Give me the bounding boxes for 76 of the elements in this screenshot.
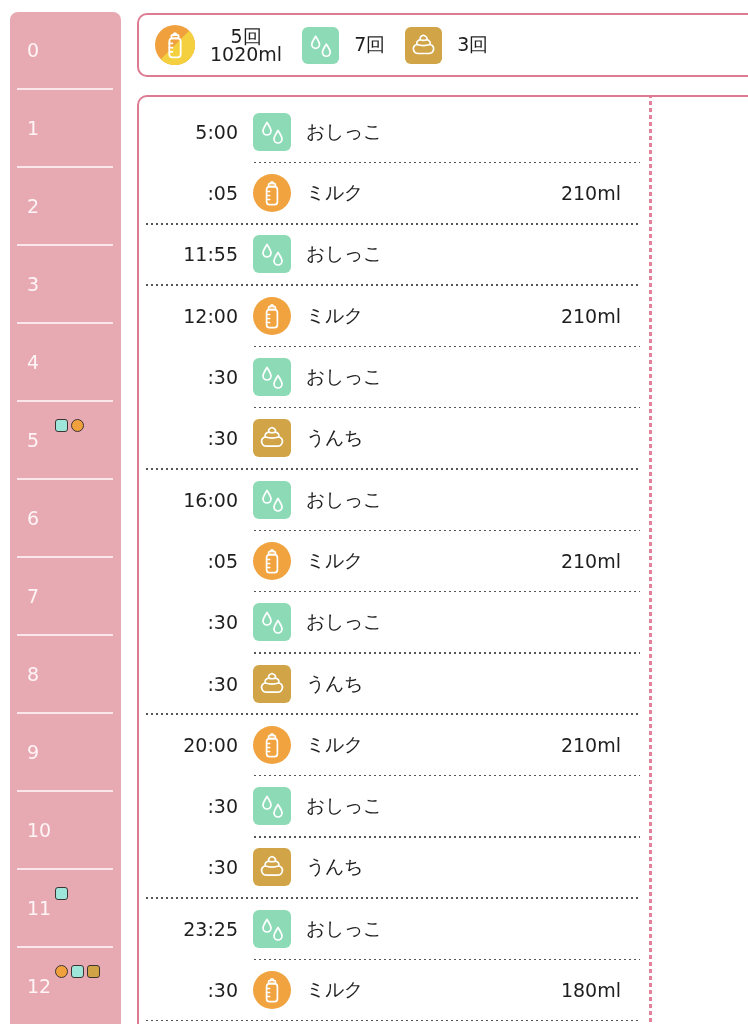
- count-label: 3回: [457, 32, 489, 57]
- hour-label: 0: [27, 39, 41, 61]
- event-label: うんち: [306, 854, 363, 880]
- square-marker-icon: [55, 419, 68, 432]
- time-label: :30: [206, 427, 238, 450]
- poop-icon: [253, 848, 291, 887]
- drops-icon: [302, 26, 340, 64]
- count-label: 5回: [230, 27, 262, 45]
- event-label: うんち: [306, 670, 363, 696]
- event-label: おしっこ: [306, 241, 382, 267]
- event-label: ミルク: [306, 731, 363, 757]
- amount-label: 1020ml: [210, 45, 283, 63]
- time-label: :30: [206, 856, 238, 879]
- time-label: :30: [206, 979, 238, 1002]
- time-label: 20:00: [182, 733, 238, 756]
- amount-label: 210ml: [560, 304, 621, 327]
- hour-label: 1: [27, 117, 41, 139]
- event-label: ミルク: [306, 977, 363, 1003]
- event-label: おしっこ: [306, 364, 382, 390]
- event-label: おしっこ: [306, 915, 382, 941]
- poop-icon: [253, 419, 291, 458]
- drops-icon: [253, 358, 291, 397]
- event-label: ミルク: [306, 180, 363, 206]
- poop-icon: [253, 664, 291, 703]
- amount-label: 210ml: [560, 733, 621, 756]
- hour-label: 3: [27, 273, 41, 295]
- hour-label: 4: [27, 351, 41, 373]
- hour-label: 12: [27, 975, 53, 997]
- bottle-icon: [155, 25, 195, 65]
- event-label: ミルク: [306, 547, 363, 573]
- event-label: おしっこ: [306, 486, 382, 512]
- drops-icon: [253, 909, 291, 948]
- circle-marker-icon: [71, 419, 84, 432]
- drops-icon: [253, 112, 291, 151]
- time-label: 16:00: [182, 488, 238, 511]
- event-label: おしっこ: [306, 609, 382, 635]
- event-label: おしっこ: [306, 793, 382, 819]
- event-label: おしっこ: [306, 118, 382, 144]
- hour-label: 2: [27, 195, 41, 217]
- amount-label: 180ml: [560, 979, 621, 1002]
- bottle-icon: [253, 725, 291, 764]
- count-label: 7回: [354, 32, 386, 57]
- bottle-icon: [253, 174, 291, 213]
- time-label: :05: [206, 182, 238, 205]
- time-label: 11:55: [182, 243, 238, 266]
- hour-label: 7: [27, 585, 41, 607]
- time-label: 5:00: [194, 120, 238, 143]
- event-label: うんち: [306, 425, 363, 451]
- time-label: 12:00: [182, 304, 238, 327]
- drops-icon: [253, 787, 291, 826]
- time-label: :30: [206, 366, 238, 389]
- time-label: 23:25: [182, 917, 238, 940]
- hour-label: 8: [27, 663, 41, 685]
- drops-icon: [253, 235, 291, 274]
- square-marker-icon: [55, 887, 68, 900]
- hour-label: 6: [27, 507, 41, 529]
- bottle-icon: [253, 541, 291, 580]
- circle-marker-icon: [55, 965, 68, 978]
- drops-icon: [253, 480, 291, 519]
- bottle-icon: [253, 971, 291, 1010]
- bottle-icon: [253, 296, 291, 335]
- time-label: :05: [206, 549, 238, 572]
- event-label: ミルク: [306, 302, 363, 328]
- hour-label: 11: [27, 897, 53, 919]
- hour-label: 5: [27, 429, 41, 451]
- time-label: :30: [206, 672, 238, 695]
- square-marker-icon: [87, 965, 100, 978]
- square-marker-icon: [71, 965, 84, 978]
- poop-icon: [405, 26, 443, 64]
- time-label: :30: [206, 611, 238, 634]
- hour-label: 9: [27, 741, 41, 763]
- amount-label: 210ml: [560, 182, 621, 205]
- time-label: :30: [206, 795, 238, 818]
- drops-icon: [253, 603, 291, 642]
- amount-label: 210ml: [560, 549, 621, 572]
- hour-label: 10: [27, 819, 53, 841]
